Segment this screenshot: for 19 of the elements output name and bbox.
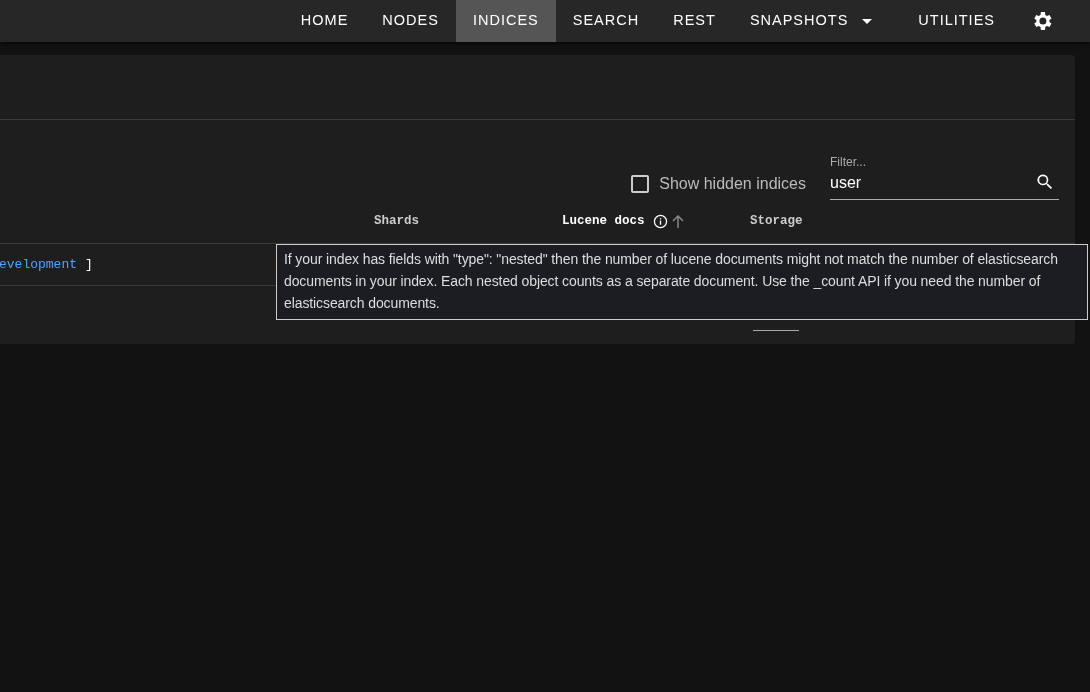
bracket-text: ] <box>85 255 93 274</box>
search-icon <box>1035 172 1055 192</box>
filter-label: Filter... <box>830 154 867 171</box>
nav-tab[interactable]: UTILITIES <box>901 0 1012 42</box>
column-header[interactable]: Storage <box>750 212 803 231</box>
tooltip: If your index has fields with "type": "nested" then the number of lucene documents might not match the number of elasticsearch documents in your index. Each nested object counts as a separate document. Use the _count API if you need the number of elasticsearch documents. <box>276 244 1088 320</box>
column-header[interactable]: Shards <box>374 212 419 231</box>
column-header[interactable]: Lucene docs <box>562 212 645 231</box>
nav-dropdown[interactable]: SNAPSHOTS <box>732 0 902 42</box>
nav-tab[interactable]: SEARCH <box>555 0 657 42</box>
nav-tab[interactable]: INDICES <box>455 0 556 42</box>
nav-tab[interactable]: REST <box>656 0 733 42</box>
index-link[interactable]: evelopment <box>0 254 77 275</box>
nav-tab[interactable]: HOME <box>283 0 366 42</box>
sort-arrow-icon <box>671 215 684 228</box>
checkbox-label: Show hidden indices <box>659 174 806 194</box>
checkbox[interactable] <box>631 175 650 193</box>
caret-icon <box>862 18 873 24</box>
nav-tab[interactable]: NODES <box>365 0 456 42</box>
